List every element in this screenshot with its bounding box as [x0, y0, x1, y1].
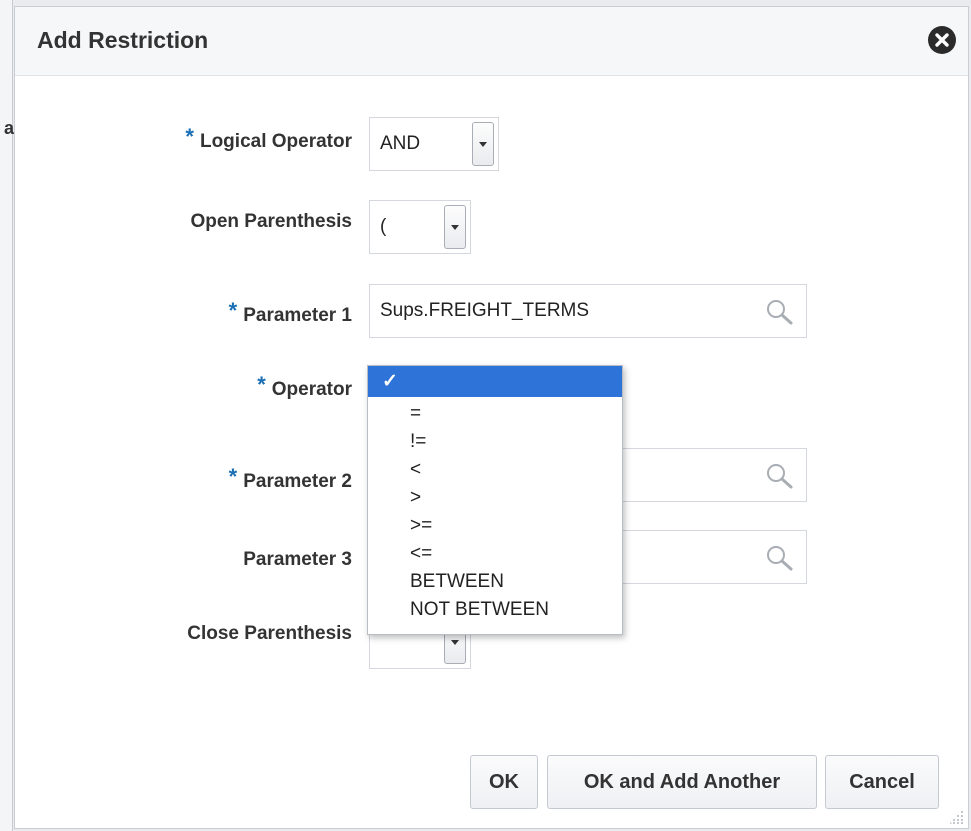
parameter-1-label: * Parameter 1 [228, 298, 352, 326]
search-icon[interactable] [764, 543, 794, 573]
required-marker: * [257, 372, 266, 397]
operator-option-selected[interactable]: ✓ [368, 366, 622, 397]
parameter-1-input[interactable]: Sups.FREIGHT_TERMS [369, 284, 807, 338]
logical-operator-value: AND [380, 133, 421, 154]
operator-label: * Operator [257, 372, 352, 400]
ok-and-add-another-button[interactable]: OK and Add Another [547, 755, 817, 809]
operator-option[interactable]: < [368, 456, 622, 483]
parameter-1-value: Sups.FREIGHT_TERMS [380, 300, 590, 321]
operator-option[interactable]: NOT BETWEEN [368, 596, 622, 623]
add-restriction-dialog: Add Restriction * Logical Operator AND Op… [14, 6, 969, 829]
close-parenthesis-label: Close Parenthesis [187, 623, 352, 644]
logical-operator-select[interactable]: AND [369, 117, 499, 171]
close-icon [935, 33, 949, 47]
required-marker: * [228, 298, 238, 323]
operator-option[interactable]: = [368, 400, 622, 427]
resize-grip-icon[interactable] [950, 810, 964, 824]
required-marker: * [185, 124, 194, 149]
background-page-text: a [4, 118, 15, 138]
ok-button[interactable]: OK [470, 755, 538, 809]
search-icon[interactable] [764, 297, 794, 327]
close-button[interactable] [928, 26, 956, 54]
operator-option[interactable]: >= [368, 512, 622, 539]
parameter-2-label: * Parameter 2 [228, 464, 352, 492]
operator-dropdown-list: ✓ = != < > >= <= BETWEEN NOT BETWEEN [367, 365, 623, 635]
operator-option[interactable]: BETWEEN [368, 568, 622, 595]
cancel-button[interactable]: Cancel [825, 755, 939, 809]
operator-option[interactable]: <= [368, 540, 622, 567]
required-marker: * [228, 464, 238, 489]
background-page-edge: a [0, 0, 15, 831]
operator-option[interactable]: != [368, 428, 622, 455]
search-icon[interactable] [764, 461, 794, 491]
open-parenthesis-select[interactable]: ( [369, 200, 471, 254]
parameter-3-label: Parameter 3 [243, 549, 352, 570]
logical-operator-label: * Logical Operator [185, 124, 352, 152]
dialog-header: Add Restriction [15, 7, 968, 76]
dialog-title: Add Restriction [37, 27, 209, 53]
open-parenthesis-label: Open Parenthesis [190, 211, 352, 232]
chevron-down-icon[interactable] [444, 205, 466, 249]
chevron-down-icon[interactable] [472, 122, 494, 166]
open-parenthesis-value: ( [380, 216, 387, 237]
operator-option[interactable]: > [368, 484, 622, 511]
